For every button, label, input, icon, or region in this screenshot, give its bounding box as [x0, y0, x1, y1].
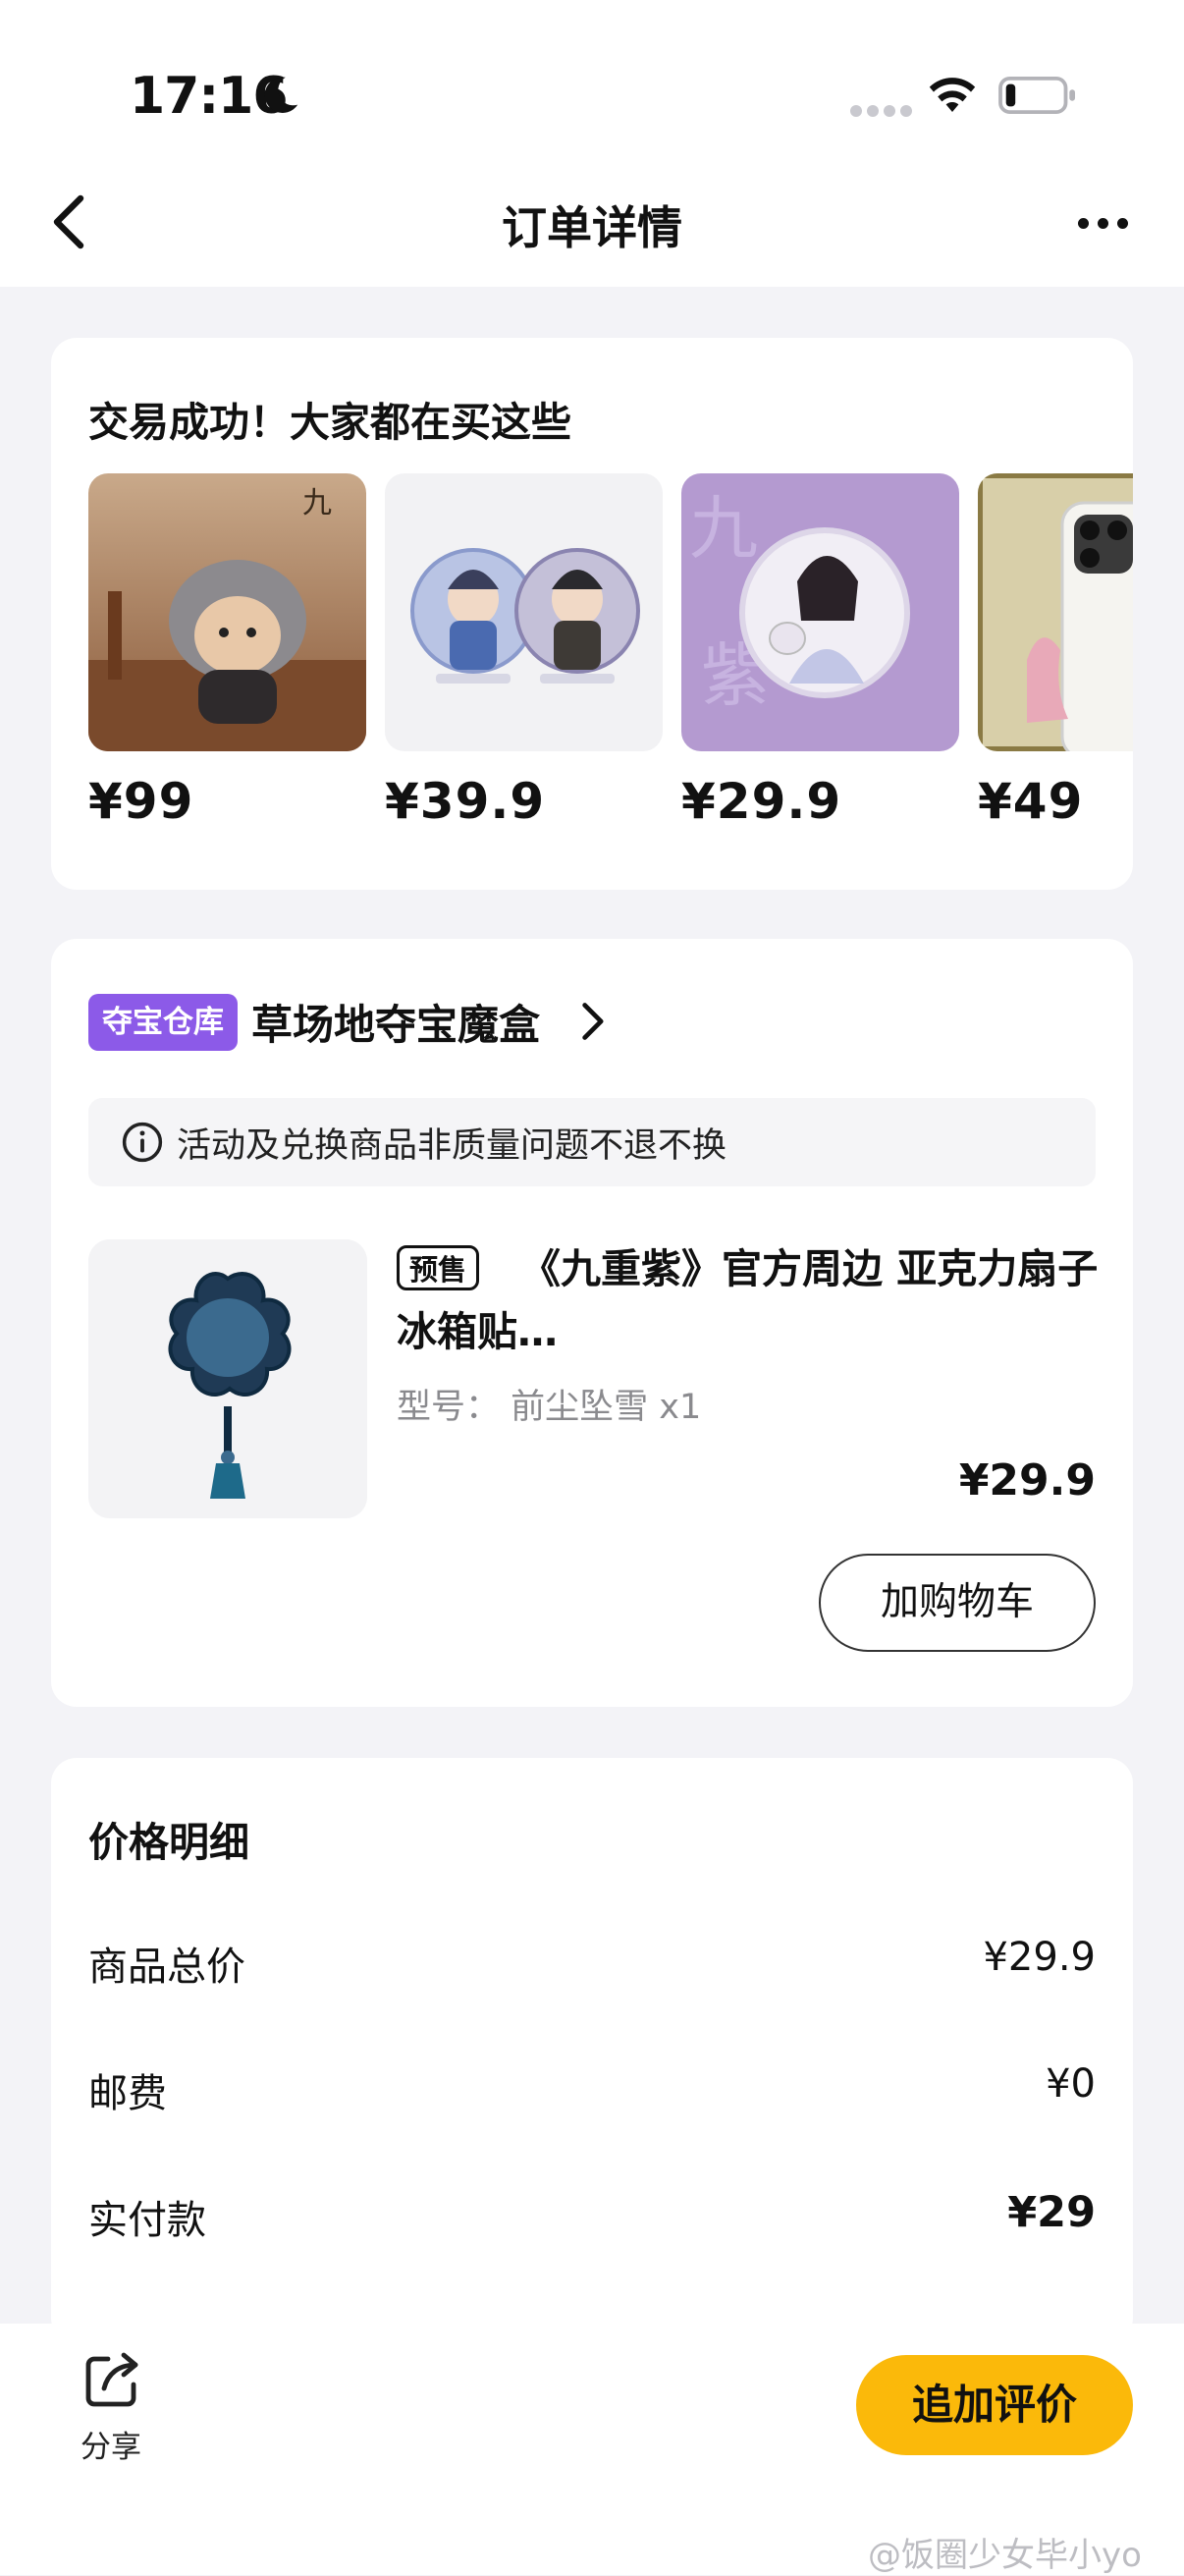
recommend-price: ¥29.9 — [681, 773, 842, 830]
store-name[interactable]: 草场地夺宝魔盒 — [251, 992, 540, 1052]
svg-text:九: 九 — [302, 486, 332, 521]
add-review-button[interactable]: 追加评价 — [856, 2355, 1133, 2455]
product-image[interactable] — [88, 1239, 367, 1518]
more-icon[interactable] — [1078, 200, 1141, 247]
recommend-item-standee[interactable]: ¥39.9 — [385, 473, 663, 830]
info-icon — [122, 1122, 163, 1163]
recommend-item-phone-case[interactable]: ¥49 — [978, 473, 1133, 830]
product-image — [978, 473, 1133, 751]
watermark: @饭圈少女毕小yo — [868, 2536, 1142, 2575]
product-title[interactable]: 《九重紫》官方周边 亚克力扇子冰箱贴… — [397, 1237, 1103, 1363]
moon-icon — [264, 77, 298, 113]
return-policy-notice: 活动及兑换商品非质量问题不退不换 — [88, 1098, 1096, 1186]
price-value: ¥29 — [1007, 2188, 1096, 2237]
price-detail-card: 价格明细 商品总价 ¥29.9 邮费 ¥0 实付款 ¥29 — [51, 1758, 1133, 2343]
bottom-action-bar: 分享 追加评价 @饭圈少女毕小yo — [0, 2324, 1184, 2575]
recommend-price: ¥99 — [88, 773, 194, 830]
price-label: 实付款 — [88, 2198, 206, 2243]
order-store-card: 夺宝仓库 草场地夺宝魔盒 活动及兑换商品非质量问题不退不换 预售 《九重紫》官方… — [51, 939, 1133, 1707]
chevron-right-icon[interactable] — [577, 1000, 607, 1043]
wifi-icon — [929, 78, 976, 112]
page-title: 订单详情 — [502, 201, 682, 254]
recommend-list: 九 ¥99 ¥39.9 九 紫 ¥29.9 ¥49 — [88, 473, 1133, 837]
price-value: ¥29.9 — [983, 1935, 1096, 1980]
share-label[interactable]: 分享 — [81, 2422, 141, 2466]
add-to-cart-button[interactable]: 加购物车 — [819, 1554, 1096, 1652]
price-label: 邮费 — [88, 2071, 167, 2116]
recommend-card: 交易成功！大家都在买这些 九 ¥99 ¥39.9 九 紫 ¥29.9 ¥49 — [51, 338, 1133, 890]
product-price: ¥29.9 — [958, 1455, 1096, 1506]
price-detail-title: 价格明细 — [88, 1819, 249, 1866]
recommend-item-plush[interactable]: 九 ¥99 — [88, 473, 366, 830]
product-image: 九 紫 — [681, 473, 959, 751]
recommend-price: ¥39.9 — [385, 773, 546, 830]
recommend-price: ¥49 — [978, 773, 1084, 830]
svg-text:九: 九 — [689, 488, 758, 569]
recommend-item-badge[interactable]: 九 紫 ¥29.9 — [681, 473, 959, 830]
store-tag: 夺宝仓库 — [88, 994, 238, 1051]
price-label: 商品总价 — [88, 1945, 245, 1990]
product-image: 九 — [88, 473, 366, 751]
product-image — [385, 473, 663, 751]
recommend-title: 交易成功！大家都在买这些 — [88, 399, 571, 446]
battery-icon — [998, 77, 1075, 114]
top-bar: 17:16 订单详情 — [0, 0, 1184, 287]
signal-icon — [850, 102, 917, 121]
product-spec: 型号： 前尘坠雪 x1 — [397, 1388, 702, 1427]
share-icon[interactable] — [81, 2349, 143, 2412]
notice-text: 活动及兑换商品非质量问题不退不换 — [177, 1126, 727, 1166]
price-value: ¥0 — [1046, 2061, 1096, 2107]
